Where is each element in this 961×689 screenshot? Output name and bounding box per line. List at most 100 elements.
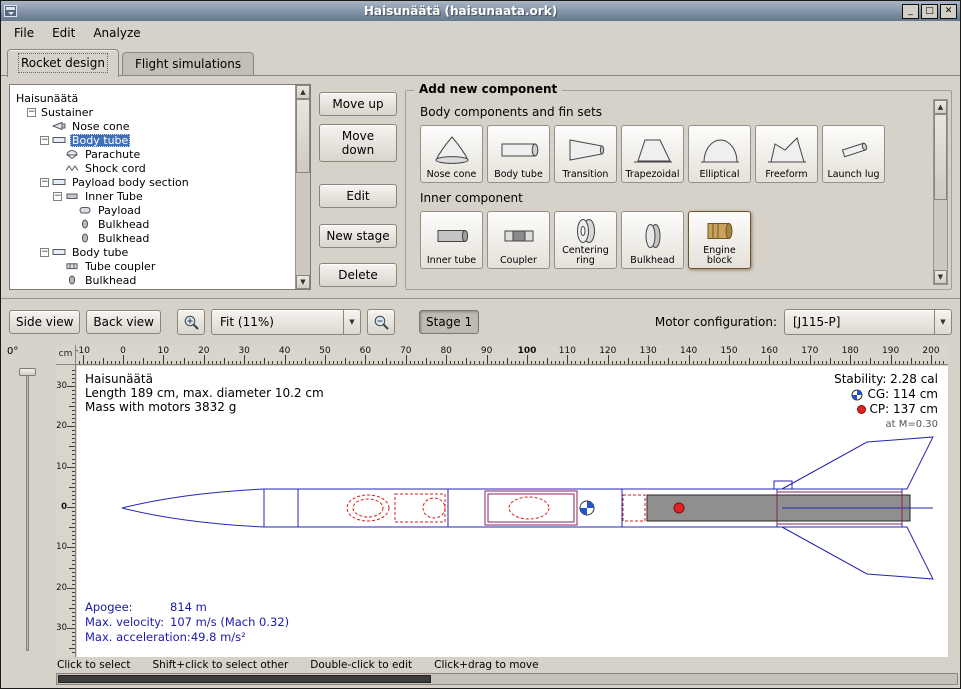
motor-config-select[interactable]: [J115-P] ▼ xyxy=(784,309,952,335)
tree-item-shock-cord[interactable]: Shock cord xyxy=(10,161,295,175)
bulkhead-icon xyxy=(65,275,80,285)
maximize-button[interactable]: □ xyxy=(921,4,938,19)
ruler-unit-label: cm xyxy=(56,345,76,365)
palette-button-label: Launch lug xyxy=(827,170,879,180)
tree-expander-icon[interactable]: − xyxy=(53,192,62,201)
scrollbar-track[interactable] xyxy=(296,99,310,275)
tree-item-parachute[interactable]: Parachute xyxy=(10,147,295,161)
stage-1-toggle[interactable]: Stage 1 xyxy=(419,310,479,334)
palette-button-inner-tube[interactable]: Inner tube xyxy=(420,211,483,269)
palette-button-trapezoidal[interactable]: Trapezoidal xyxy=(621,125,684,183)
palette-button-label: Trapezoidal xyxy=(626,170,680,180)
back-view-button[interactable]: Back view xyxy=(86,310,161,334)
body-tube-icon xyxy=(52,177,67,187)
tree-item-body-tube[interactable]: −Body tube xyxy=(10,133,295,147)
menu-file[interactable]: File xyxy=(5,23,43,43)
scrollbar-track[interactable] xyxy=(934,114,947,270)
scroll-up-icon[interactable]: ▲ xyxy=(296,85,310,99)
hint-text: Click to select xyxy=(57,659,130,671)
tab-rocket-design[interactable]: Rocket design xyxy=(7,49,119,77)
zoom-in-button[interactable] xyxy=(177,309,205,335)
tree-item-sustainer[interactable]: −Sustainer xyxy=(10,105,295,119)
coupler-icon xyxy=(65,261,80,271)
tree-item-bulkhead[interactable]: Bulkhead xyxy=(10,217,295,231)
horizontal-scrollbar[interactable] xyxy=(56,673,958,685)
palette-button-body-tube[interactable]: Body tube xyxy=(487,125,550,183)
window-menu-icon[interactable] xyxy=(4,5,17,17)
rocket-canvas[interactable]: Haisunäätä Length 189 cm, max. diameter … xyxy=(77,366,948,657)
move-down-button[interactable]: Move down xyxy=(319,124,397,162)
scrollbar-thumb[interactable] xyxy=(296,99,310,173)
ruler-label: 200 xyxy=(922,346,939,356)
move-up-button[interactable]: Move up xyxy=(319,92,397,116)
palette-button-nose-cone[interactable]: Nose cone xyxy=(420,125,483,183)
palette-button-elliptical[interactable]: Elliptical xyxy=(688,125,751,183)
flight-stat-row: Max. velocity:107 m/s (Mach 0.32) xyxy=(85,615,289,630)
body-tube-icon xyxy=(499,129,539,170)
menubar: FileEditAnalyze xyxy=(1,21,960,45)
window-controls: _ □ ✕ xyxy=(902,4,957,19)
palette-button-transition[interactable]: Transition xyxy=(554,125,617,183)
tree-expander-icon[interactable]: − xyxy=(40,248,49,257)
palette-button-launch-lug[interactable]: Launch lug xyxy=(822,125,885,183)
tree-expander-icon[interactable]: − xyxy=(27,108,36,117)
tab-flight-simulations[interactable]: Flight simulations xyxy=(122,52,254,76)
flight-stat-row: Max. acceleration:49.8 m/s² xyxy=(85,630,289,645)
palette-button-centering-ring[interactable]: Centering ring xyxy=(554,211,617,269)
rotation-slider-handle[interactable] xyxy=(19,368,36,376)
flight-stat-value: 49.8 m/s² xyxy=(191,630,246,645)
stability-info: Stability: 2.28 cal CG: 114 cm CP: 137 c… xyxy=(834,372,938,432)
tree-item-bulkhead[interactable]: Bulkhead xyxy=(10,231,295,245)
ruler-label: 10 xyxy=(158,346,169,356)
scrollbar-thumb[interactable] xyxy=(58,675,431,683)
scroll-down-icon[interactable]: ▼ xyxy=(934,270,947,284)
rocket-dimensions: Length 189 cm, max. diameter 10.2 cm xyxy=(85,386,324,400)
menu-edit[interactable]: Edit xyxy=(43,23,84,43)
scroll-up-icon[interactable]: ▲ xyxy=(934,100,947,114)
titlebar[interactable]: Haisunäätä (haisunaata.ork) _ □ ✕ xyxy=(1,1,960,21)
minimize-button[interactable]: _ xyxy=(902,4,919,19)
parachute-icon xyxy=(65,149,80,159)
tree-item-bulkhead[interactable]: Bulkhead xyxy=(10,273,295,287)
tab-label: Flight simulations xyxy=(135,57,241,71)
palette-scrollbar[interactable]: ▲ ▼ xyxy=(933,99,948,285)
cp-value: CP: 137 cm xyxy=(870,402,938,417)
rocket-name: Haisunäätä xyxy=(85,372,324,386)
ruler-label: 100 xyxy=(518,346,537,356)
edit-button[interactable]: Edit xyxy=(319,184,397,208)
palette-button-freeform[interactable]: Freeform xyxy=(755,125,818,183)
ruler-label: 50 xyxy=(319,346,330,356)
palette-button-engine-block[interactable]: Engine block xyxy=(688,211,751,269)
menu-analyze[interactable]: Analyze xyxy=(84,23,149,43)
tree-item-payload[interactable]: Payload xyxy=(10,203,295,217)
inner-tube-icon xyxy=(432,215,472,256)
scrollbar-thumb[interactable] xyxy=(934,114,947,200)
rotation-slider[interactable] xyxy=(26,369,29,651)
tree-expander-icon[interactable]: − xyxy=(40,136,49,145)
cp-marker xyxy=(674,503,684,513)
tree-item-label: Inner Tube xyxy=(83,190,145,203)
tree-item-haisun-t[interactable]: Haisunäätä xyxy=(10,91,295,105)
tree-item-nose-cone[interactable]: Nose cone xyxy=(10,119,295,133)
zoom-out-button[interactable] xyxy=(367,309,395,335)
delete-button[interactable]: Delete xyxy=(319,263,397,287)
palette-groups: Body components and fin setsNose coneBod… xyxy=(414,105,929,269)
tree-item-payload-body-section[interactable]: −Payload body section xyxy=(10,175,295,189)
palette-button-label: Body tube xyxy=(494,170,543,180)
close-button[interactable]: ✕ xyxy=(940,4,957,19)
side-view-button[interactable]: Side view xyxy=(9,310,80,334)
tree-scrollbar[interactable]: ▲ ▼ xyxy=(295,85,310,289)
new-stage-button[interactable]: New stage xyxy=(319,224,397,248)
palette-button-bulkhead[interactable]: Bulkhead xyxy=(621,211,684,269)
palette-button-coupler[interactable]: Coupler xyxy=(487,211,550,269)
scroll-down-icon[interactable]: ▼ xyxy=(296,275,310,289)
zoom-select[interactable]: Fit (11%) ▼ xyxy=(211,309,361,335)
tree-item-body-tube[interactable]: −Body tube xyxy=(10,245,295,259)
tree-item-inner-tube[interactable]: − Inner Tube xyxy=(10,189,295,203)
viewer-toolbar: Side view Back view Fit (11%) ▼ Stage 1 … xyxy=(1,309,960,335)
tree-expander-icon[interactable]: − xyxy=(40,178,49,187)
app-window: Haisunäätä (haisunaata.ork) _ □ ✕ FileEd… xyxy=(0,0,961,689)
cg-icon xyxy=(851,389,863,401)
tree-item-label: Tube coupler xyxy=(83,260,157,273)
tree-item-tube-coupler[interactable]: Tube coupler xyxy=(10,259,295,273)
